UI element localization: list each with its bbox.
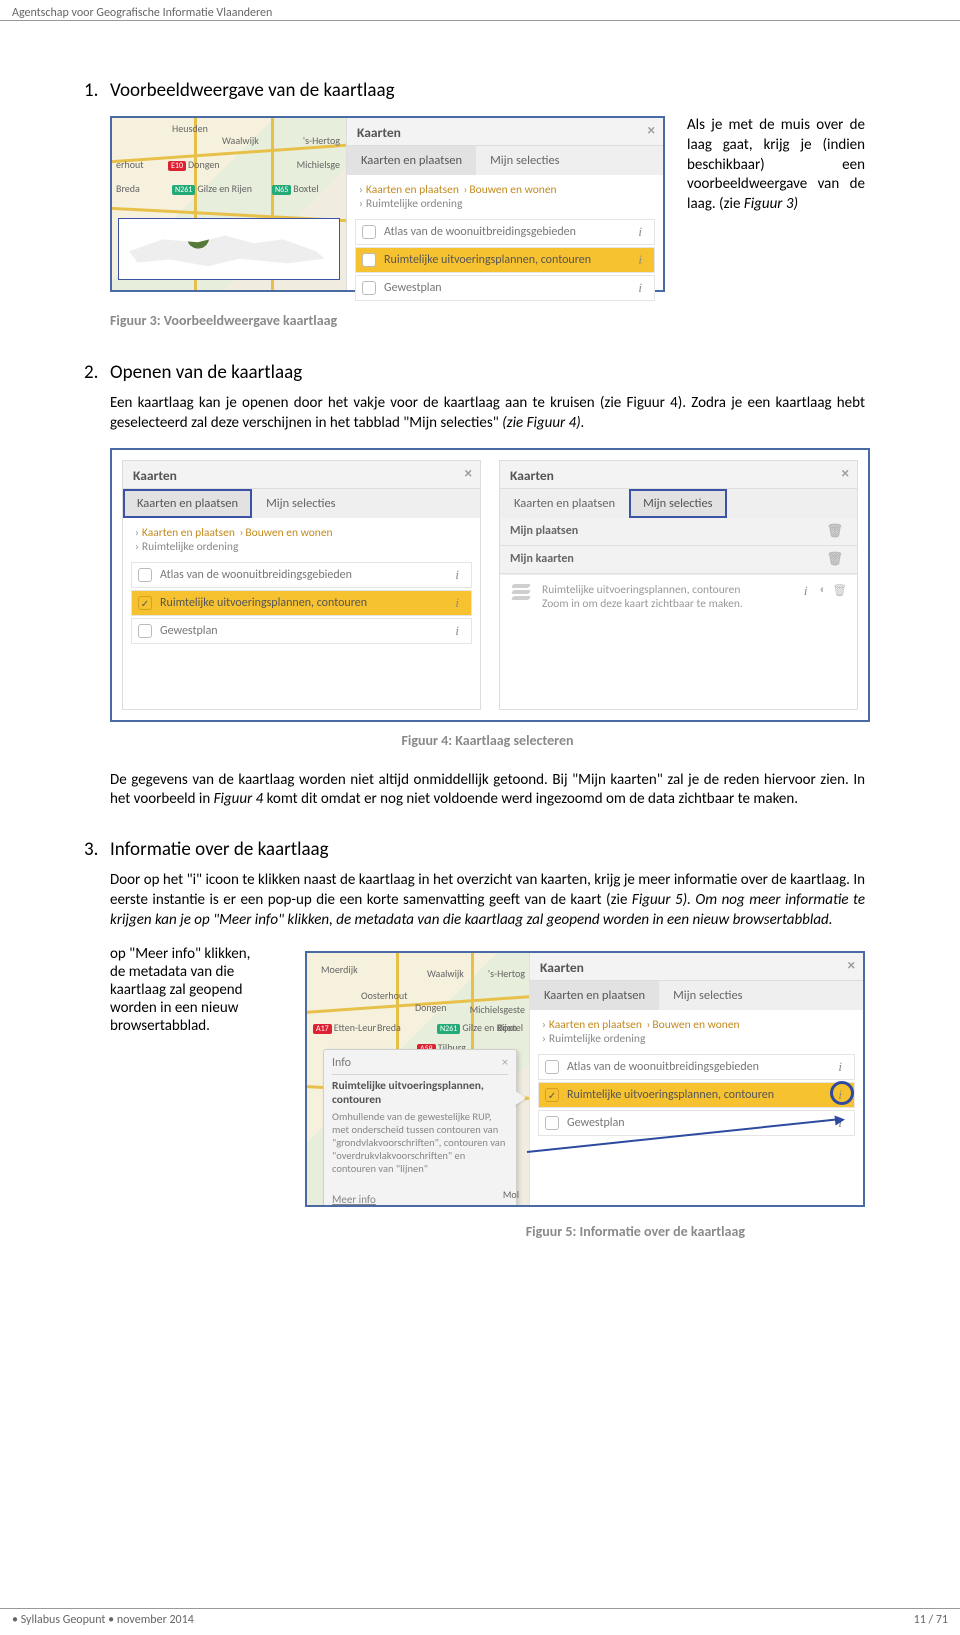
tab-mijn-selecties[interactable]: Mijn selecties: [252, 489, 350, 518]
layer-list: Atlas van de woonuitbreidingsgebieden i …: [530, 1048, 863, 1146]
checkbox-checked-icon[interactable]: [138, 596, 152, 610]
panel-title: Kaarten ×: [500, 461, 857, 489]
tab-kaarten-en-plaatsen[interactable]: Kaarten en plaatsen: [530, 981, 659, 1010]
mijn-plaatsen-heading: Mijn plaatsen: [510, 524, 578, 539]
map-preview: Moerdijk Waalwijk 's-Hertog Oosterhout D…: [307, 953, 529, 1205]
layer-row-selected[interactable]: Ruimtelijke uitvoeringsplannen, contoure…: [538, 1082, 855, 1108]
layer-thumbnail: [118, 218, 340, 280]
layer-row[interactable]: Atlas van de woonuitbreidingsgebieden i: [355, 219, 655, 245]
info-icon[interactable]: i: [449, 567, 465, 583]
mijn-kaarten-heading: Mijn kaarten: [510, 552, 574, 567]
layer-list: Atlas van de woonuitbreidingsgebieden i …: [347, 213, 663, 311]
close-icon[interactable]: ×: [502, 1056, 508, 1070]
section-2-paragraph-2: De gegevens van de kaartlaag worden niet…: [110, 771, 865, 811]
layers-icon: [510, 583, 532, 601]
close-icon[interactable]: ×: [842, 465, 849, 483]
info-icon[interactable]: i: [832, 1059, 848, 1075]
checkbox-icon[interactable]: [138, 624, 152, 638]
panel-title: Kaarten ×: [530, 953, 863, 981]
popup-title: Info: [332, 1056, 351, 1070]
panel-mijn-selecties: Kaarten × Kaarten en plaatsen Mijn selec…: [499, 460, 858, 710]
figure-3-screenshot: Heusden Waalwijk 's-Hertog erhout E10Don…: [110, 116, 665, 292]
trash-icon[interactable]: 🗑: [822, 552, 847, 567]
popup-layer-title: Ruimtelijke uitvoeringsplannen, contoure…: [332, 1079, 508, 1107]
figure-5-caption: Figuur 5: Informatie over de kaartlaag: [110, 1223, 865, 1240]
section-2-paragraph: Een kaartlaag kan je openen door het vak…: [110, 394, 865, 434]
section-1-body: Heusden Waalwijk 's-Hertog erhout E10Don…: [110, 112, 865, 351]
info-icon[interactable]: i: [449, 595, 465, 611]
arrow-head-icon: [835, 1114, 846, 1125]
checkbox-icon[interactable]: [545, 1116, 559, 1130]
figure-4-screenshot: Kaarten × Kaarten en plaatsen Mijn selec…: [110, 448, 870, 722]
map-preview: Heusden Waalwijk 's-Hertog erhout E10Don…: [112, 118, 346, 290]
checkbox-icon[interactable]: [362, 253, 376, 267]
trash-icon[interactable]: 🗑: [822, 524, 847, 539]
tab-kaarten-en-plaatsen[interactable]: Kaarten en plaatsen: [347, 146, 476, 175]
tab-mijn-selecties[interactable]: Mijn selecties: [659, 981, 757, 1010]
layer-row-selected[interactable]: Ruimtelijke uitvoeringsplannen, contoure…: [131, 590, 472, 616]
layer-row[interactable]: Atlas van de woonuitbreidingsgebieden i: [538, 1054, 855, 1080]
figure-4-caption: Figuur 4: Kaartlaag selecteren: [110, 732, 865, 749]
kaarten-panel: Kaarten × Kaarten en plaatsen Mijn selec…: [529, 953, 863, 1205]
panel-title: Kaarten ×: [123, 461, 480, 489]
layer-row[interactable]: Atlas van de woonuitbreidingsgebieden i: [131, 562, 472, 588]
close-icon[interactable]: ×: [848, 957, 855, 975]
checkbox-icon[interactable]: [362, 281, 376, 295]
info-icon[interactable]: i: [632, 224, 648, 240]
figure-3-caption: Figuur 3: Voorbeeldweergave kaartlaag: [110, 312, 865, 329]
tab-kaarten-en-plaatsen[interactable]: Kaarten en plaatsen: [123, 489, 252, 518]
close-icon[interactable]: ×: [648, 122, 655, 140]
footer-left: • Syllabus Geopunt • november 2014: [12, 1613, 194, 1627]
info-popup: Info × Ruimtelijke uitvoeringsplannen, c…: [323, 1049, 517, 1205]
checkbox-checked-icon[interactable]: [545, 1088, 559, 1102]
checkbox-icon[interactable]: [545, 1060, 559, 1074]
tab-kaarten-en-plaatsen[interactable]: Kaarten en plaatsen: [500, 489, 629, 518]
panel-tabs: Kaarten en plaatsen Mijn selecties: [500, 489, 857, 518]
breadcrumb: ›Kaarten en plaatsen ›Bouwen en wonen ›R…: [347, 175, 663, 213]
layer-row[interactable]: Gewestplan i: [131, 618, 472, 644]
panel-tabs: Kaarten en plaatsen Mijn selecties: [530, 981, 863, 1010]
section-3-paragraph-lead: Door op het "i" icoon te klikken naast d…: [110, 871, 865, 930]
popup-body: Omhullende van de gewestelijke RUP, met …: [332, 1110, 508, 1176]
footer-page-number: 11 / 71: [914, 1613, 948, 1627]
info-icon[interactable]: i: [798, 583, 814, 599]
document-header: Agentschap voor Geografische Informatie …: [0, 0, 960, 21]
org-name: Agentschap voor Geografische Informatie …: [12, 6, 272, 20]
breadcrumb: ›Kaarten en plaatsen ›Bouwen en wonen ›R…: [123, 518, 480, 556]
page-body: 1.Voorbeeldweergave van de kaartlaag Heu…: [0, 29, 960, 1240]
close-icon[interactable]: ×: [465, 465, 472, 483]
info-icon[interactable]: i: [632, 252, 648, 268]
panel-tabs: Kaarten en plaatsen Mijn selecties: [123, 489, 480, 518]
layer-list: Atlas van de woonuitbreidingsgebieden i …: [123, 556, 480, 654]
panel-tabs: Kaarten en plaatsen Mijn selecties: [347, 146, 663, 175]
info-icon[interactable]: i: [449, 623, 465, 639]
kaarten-panel: Kaarten × Kaarten en plaatsen Mijn selec…: [346, 118, 663, 290]
checkbox-icon[interactable]: [138, 568, 152, 582]
section-2-title: 2.Openen van de kaartlaag: [84, 361, 865, 384]
settings-icon[interactable]: ◐: [819, 583, 826, 599]
panel-title: Kaarten ×: [347, 118, 663, 146]
section-3-title: 3.Informatie over de kaartlaag: [84, 838, 865, 861]
layer-row[interactable]: Gewestplan i: [355, 275, 655, 301]
tab-mijn-selecties[interactable]: Mijn selecties: [629, 489, 727, 518]
layer-row-hover[interactable]: Ruimtelijke uitvoeringsplannen, contoure…: [355, 247, 655, 273]
document-footer: • Syllabus Geopunt • november 2014 11 / …: [0, 1608, 960, 1627]
info-icon[interactable]: i: [632, 280, 648, 296]
selected-layer-entry: Ruimtelijke uitvoeringsplannen, contoure…: [500, 574, 857, 619]
breadcrumb: ›Kaarten en plaatsen ›Bouwen en wonen ›R…: [530, 1010, 863, 1048]
figure-5-screenshot: Moerdijk Waalwijk 's-Hertog Oosterhout D…: [305, 951, 865, 1207]
section-1-title: 1.Voorbeeldweergave van de kaartlaag: [84, 79, 865, 102]
highlight-circle-icon: [830, 1081, 854, 1105]
panel-kaarten-plaatsen: Kaarten × Kaarten en plaatsen Mijn selec…: [122, 460, 481, 710]
popup-more-info-link[interactable]: Meer info: [332, 1193, 508, 1204]
checkbox-icon[interactable]: [362, 225, 376, 239]
trash-icon[interactable]: 🗑: [832, 583, 847, 599]
tab-mijn-selecties[interactable]: Mijn selecties: [476, 146, 574, 175]
